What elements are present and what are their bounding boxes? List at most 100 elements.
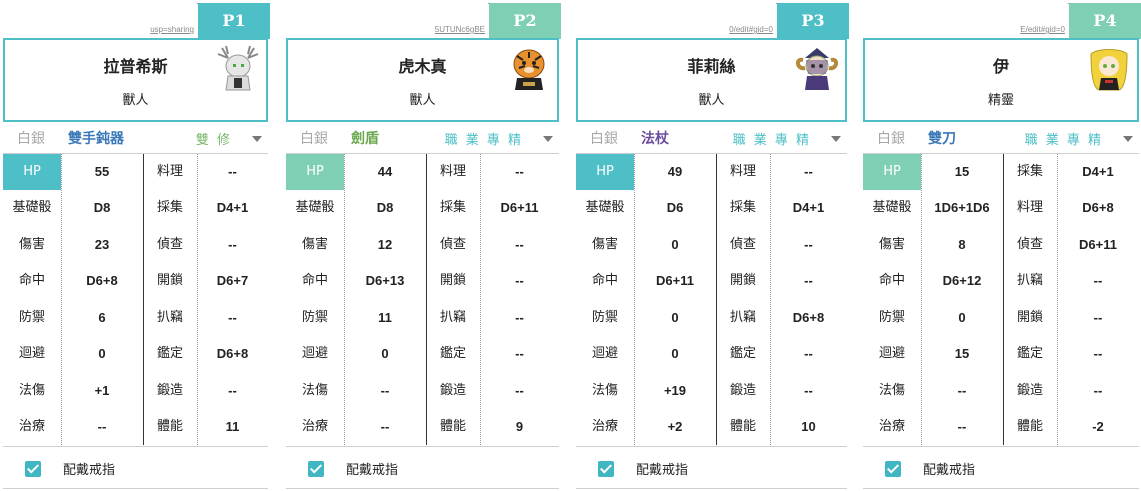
skill-value: -- bbox=[804, 346, 813, 361]
stat-row: 命中 D6+12 扒竊 -- bbox=[863, 263, 1139, 299]
skill-value: -- bbox=[228, 383, 237, 398]
skill-value: D6+8 bbox=[216, 346, 249, 361]
skill-value: D6+7 bbox=[216, 273, 249, 288]
class-row: 白銀 劍盾 職 業 專 精 bbox=[283, 124, 561, 152]
stat-row: 基礎骰 1D6+1D6 料理 D6+8 bbox=[863, 190, 1139, 226]
stat-label: 防禦 bbox=[878, 310, 905, 325]
stat-label: 迴避 bbox=[301, 346, 328, 361]
skill-label: 鍛造 bbox=[439, 383, 466, 398]
rank-label: 白銀 bbox=[877, 131, 905, 147]
stat-value: 0 bbox=[958, 310, 966, 325]
stat-value: -- bbox=[380, 419, 390, 434]
ring-label: 配戴戒指 bbox=[923, 463, 976, 478]
skill-value: D6+8 bbox=[792, 310, 825, 325]
class-row: 白銀 法杖 職 業 專 精 bbox=[573, 124, 849, 152]
skill-label: 扒竊 bbox=[729, 310, 756, 325]
sheet-link[interactable]: 5UTUNc6gBE bbox=[435, 25, 485, 34]
chevron-down-icon[interactable] bbox=[831, 136, 841, 142]
chevron-down-icon[interactable] bbox=[543, 136, 553, 142]
player-tab[interactable]: P1 bbox=[198, 3, 270, 39]
chevron-down-icon[interactable] bbox=[1123, 136, 1133, 142]
skill-value: -- bbox=[1093, 273, 1103, 288]
skill-label: 料理 bbox=[156, 164, 183, 179]
stat-row: 治療 -- 體能 11 bbox=[3, 409, 268, 445]
white-haired-antlered-character-icon bbox=[214, 44, 262, 92]
stat-value: 15 bbox=[954, 164, 970, 179]
stat-label: 治療 bbox=[18, 419, 45, 434]
skill-value: -- bbox=[515, 310, 524, 325]
specialty-select[interactable]: 雙 修 bbox=[196, 129, 232, 148]
stats-grid: HP 49 料理 -- 基礎骰 D6 採集 D4+1 傷害 0 偵查 -- 命中… bbox=[576, 153, 847, 445]
stat-row: 迴避 0 鑑定 D6+8 bbox=[3, 336, 268, 372]
ring-checkbox[interactable] bbox=[25, 461, 41, 477]
rank-label: 白銀 bbox=[300, 131, 328, 147]
player-tab[interactable]: P4 bbox=[1069, 3, 1141, 39]
ring-label: 配戴戒指 bbox=[63, 463, 116, 478]
ring-label: 配戴戒指 bbox=[346, 463, 399, 478]
sheet-link[interactable]: usp=sharing bbox=[150, 25, 194, 34]
ring-checkbox[interactable] bbox=[598, 461, 614, 477]
chevron-down-icon[interactable] bbox=[252, 136, 262, 142]
stat-label: 傷害 bbox=[301, 237, 328, 252]
skill-label: 鍛造 bbox=[729, 383, 756, 398]
skill-value: D4+1 bbox=[216, 200, 249, 215]
skill-value: -- bbox=[228, 310, 237, 325]
stat-value: -- bbox=[97, 419, 107, 434]
specialty-select[interactable]: 職 業 專 精 bbox=[445, 129, 523, 148]
skill-value: -- bbox=[1093, 383, 1103, 398]
stat-value: 6 bbox=[98, 310, 106, 325]
card-header: usp=sharing P1 bbox=[0, 0, 270, 39]
ring-checkbox[interactable] bbox=[308, 461, 324, 477]
ring-checkbox[interactable] bbox=[885, 461, 901, 477]
skill-value: -- bbox=[515, 164, 524, 179]
stat-label: 迴避 bbox=[591, 346, 618, 361]
stat-label: 命中 bbox=[878, 273, 905, 288]
card-header: 0/edit#gid=0 P3 bbox=[573, 0, 849, 39]
stat-row: 法傷 +19 鍛造 -- bbox=[576, 373, 847, 409]
skill-label: 鑑定 bbox=[729, 346, 756, 361]
stat-row: 傷害 12 偵查 -- bbox=[286, 227, 559, 263]
skill-label: 開鎖 bbox=[156, 273, 183, 288]
blonde-elf-character-icon bbox=[1085, 44, 1133, 92]
stat-row: HP 49 料理 -- bbox=[576, 154, 847, 190]
skill-label: 鍛造 bbox=[1016, 383, 1043, 398]
skill-value: -- bbox=[804, 383, 813, 398]
card-header: E/edit#gid=0 P4 bbox=[860, 0, 1141, 39]
stat-value: 0 bbox=[98, 346, 106, 361]
player-tab[interactable]: P2 bbox=[489, 3, 561, 39]
skill-value: -- bbox=[515, 383, 524, 398]
player-card: usp=sharing P1 拉普希斯 獸人 白銀 雙手鈍器 雙 修 HP 55… bbox=[0, 0, 270, 491]
stat-row: 防禦 0 開鎖 -- bbox=[863, 300, 1139, 336]
skill-value: 9 bbox=[515, 419, 524, 434]
stat-label: 迴避 bbox=[878, 346, 905, 361]
skill-label: 鑑定 bbox=[439, 346, 466, 361]
skill-label: 偵查 bbox=[439, 237, 466, 252]
skill-label: 扒竊 bbox=[1016, 273, 1043, 288]
sheet-link[interactable]: 0/edit#gid=0 bbox=[729, 25, 773, 34]
ring-option: 配戴戒指 bbox=[286, 446, 559, 489]
stat-row: 基礎骰 D8 採集 D4+1 bbox=[3, 190, 268, 226]
stat-row: 迴避 15 鑑定 -- bbox=[863, 336, 1139, 372]
specialty-select[interactable]: 職 業 專 精 bbox=[1025, 129, 1103, 148]
player-tab[interactable]: P3 bbox=[777, 3, 849, 39]
skill-label: 採集 bbox=[1016, 164, 1043, 179]
stats-grid: HP 15 採集 D4+1 基礎骰 1D6+1D6 料理 D6+8 傷害 8 偵… bbox=[863, 153, 1139, 445]
stat-value: D8 bbox=[376, 200, 394, 215]
rank-label: 白銀 bbox=[590, 131, 618, 147]
weapon-type: 雙刀 bbox=[928, 131, 956, 147]
card-header: 5UTUNc6gBE P2 bbox=[283, 0, 561, 39]
stat-label: 法傷 bbox=[18, 383, 45, 398]
skill-label: 偵查 bbox=[156, 237, 183, 252]
stat-value: 0 bbox=[671, 310, 679, 325]
skill-value: -- bbox=[515, 273, 524, 288]
stat-label: HP bbox=[286, 154, 344, 190]
stat-value: D6+13 bbox=[365, 273, 405, 288]
stat-label: 防禦 bbox=[591, 310, 618, 325]
skill-label: 體能 bbox=[156, 419, 183, 434]
skill-value: D6+11 bbox=[500, 200, 539, 215]
specialty-select[interactable]: 職 業 專 精 bbox=[733, 129, 811, 148]
skill-value: -- bbox=[804, 237, 813, 252]
skill-value: -- bbox=[228, 237, 237, 252]
sheet-link[interactable]: E/edit#gid=0 bbox=[1020, 25, 1065, 34]
stat-row: 傷害 0 偵查 -- bbox=[576, 227, 847, 263]
